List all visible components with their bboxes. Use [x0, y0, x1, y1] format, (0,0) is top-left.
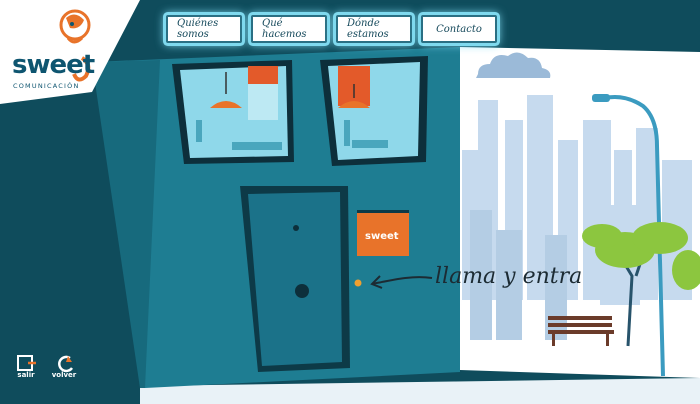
back-button[interactable]: volver	[48, 352, 80, 379]
doorbell-button[interactable]	[354, 279, 362, 287]
exit-label: salir	[17, 371, 35, 379]
brand-name: sweet	[12, 50, 95, 80]
nav-quienes-somos[interactable]: Quiénes somos	[166, 15, 242, 43]
front-door[interactable]	[240, 186, 350, 372]
main-nav: Quiénes somos Qué hacemos Dónde estamos …	[166, 15, 497, 43]
nav-que-hacemos[interactable]: Qué hacemos	[251, 15, 327, 43]
back-label: volver	[51, 371, 77, 379]
brand-tagline: COMUNICACIÓN	[13, 82, 80, 90]
page-root: sweet COMUNICACIÓN Quiénes somos Qué hac…	[0, 0, 700, 404]
scene-illustration	[0, 0, 700, 404]
cta-llama-y-entra[interactable]: llama y entra	[435, 264, 582, 289]
window-left	[172, 60, 294, 164]
exit-button[interactable]: salir	[10, 352, 42, 379]
nav-donde-estamos[interactable]: Dónde estamos	[336, 15, 412, 43]
window-right	[320, 56, 428, 166]
door-sign-text: sweet	[365, 231, 399, 242]
nav-contacto[interactable]: Contacto	[421, 15, 497, 43]
